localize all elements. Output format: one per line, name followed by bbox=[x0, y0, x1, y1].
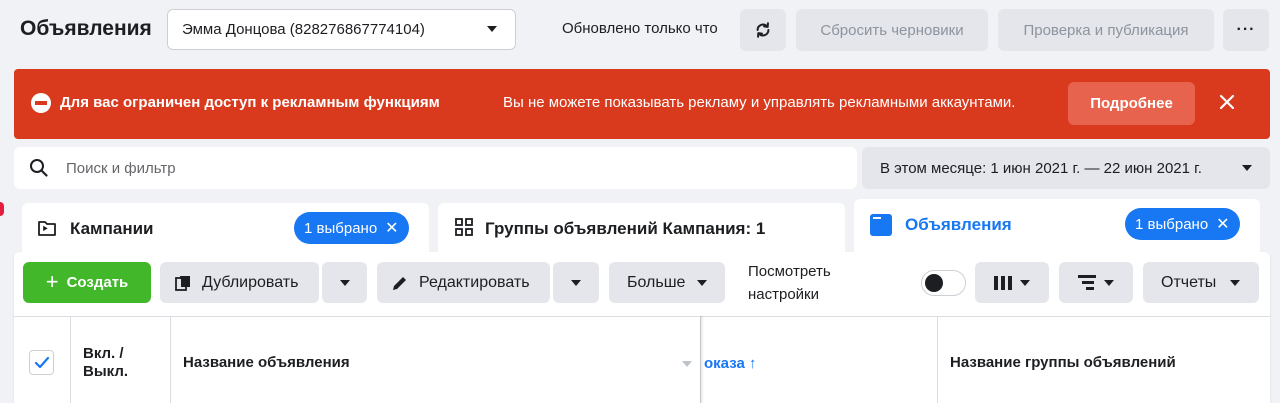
plus-icon: + bbox=[45, 268, 59, 294]
more-options-button[interactable]: ··· bbox=[1223, 9, 1269, 51]
column-ad-name[interactable]: Название объявления bbox=[183, 354, 350, 371]
more-label: Больше bbox=[627, 273, 686, 291]
account-name: Эмма Донцова (828276867774104) bbox=[182, 21, 425, 38]
page-title: Объявления bbox=[20, 17, 152, 40]
reports-button[interactable]: Отчеты bbox=[1143, 262, 1259, 303]
date-range-selector[interactable]: В этом месяце: 1 июн 2021 г. — 22 июн 20… bbox=[862, 147, 1270, 189]
top-bar: Объявления Эмма Донцова (828276867774104… bbox=[0, 0, 1280, 60]
edit-dropdown[interactable] bbox=[553, 262, 599, 303]
discard-drafts-button[interactable]: Сбросить черновики bbox=[796, 9, 988, 51]
chevron-down-icon bbox=[697, 279, 708, 286]
review-publish-button[interactable]: Проверка и публикация bbox=[998, 9, 1214, 51]
ad-icon bbox=[869, 213, 893, 242]
view-settings-label: Посмотреть настройки bbox=[748, 263, 831, 303]
column-menu-icon[interactable] bbox=[682, 361, 692, 367]
restriction-banner: Для вас ограничен доступ к рекламным фун… bbox=[14, 69, 1270, 139]
duplicate-label: Дублировать bbox=[202, 273, 299, 291]
create-button[interactable]: + Создать bbox=[23, 262, 151, 303]
close-icon[interactable]: ✕ bbox=[385, 218, 398, 238]
columns-icon bbox=[994, 275, 1012, 290]
campaigns-selected-badge[interactable]: 1 выбрано ✕ bbox=[294, 212, 409, 244]
chevron-down-icon bbox=[1242, 165, 1252, 171]
date-range-label: В этом месяце: 1 июн 2021 г. — 22 июн 20… bbox=[880, 159, 1202, 177]
breakdown-button[interactable] bbox=[1059, 262, 1133, 303]
updated-status: Обновлено только что bbox=[562, 20, 718, 37]
refresh-icon bbox=[756, 22, 770, 38]
account-selector[interactable]: Эмма Донцова (828276867774104) bbox=[167, 9, 516, 50]
close-icon[interactable]: ✕ bbox=[1216, 214, 1229, 234]
edit-button[interactable]: Редактировать bbox=[377, 262, 550, 303]
tab-ads[interactable]: Объявления 1 выбрано ✕ bbox=[854, 199, 1260, 255]
chevron-down-icon bbox=[1020, 279, 1030, 286]
chevron-down-icon bbox=[571, 279, 581, 286]
column-onoff[interactable]: Вкл. / Выкл. bbox=[83, 345, 155, 381]
banner-text: Вы не можете показывать рекламу и управл… bbox=[503, 94, 1016, 111]
badge-text: 1 выбрано bbox=[304, 219, 378, 237]
column-divider bbox=[170, 316, 171, 403]
search-icon bbox=[29, 158, 49, 183]
blocked-icon bbox=[31, 93, 51, 113]
notification-dot bbox=[0, 202, 4, 216]
ads-selected-badge[interactable]: 1 выбрано ✕ bbox=[1125, 208, 1240, 240]
select-all-checkbox[interactable] bbox=[29, 350, 54, 375]
columns-button[interactable] bbox=[975, 262, 1049, 303]
view-settings-toggle[interactable] bbox=[921, 270, 966, 296]
details-button[interactable]: Подробнее bbox=[1068, 82, 1195, 125]
reports-label: Отчеты bbox=[1161, 273, 1217, 291]
close-icon[interactable] bbox=[1216, 91, 1238, 113]
breakdown-icon bbox=[1078, 274, 1096, 291]
chevron-down-icon bbox=[1230, 279, 1241, 286]
duplicate-dropdown[interactable] bbox=[322, 262, 367, 303]
chevron-down-icon bbox=[1104, 279, 1114, 286]
duplicate-icon bbox=[174, 274, 194, 292]
column-delivery[interactable]: оказа ↑ bbox=[704, 355, 756, 372]
badge-text: 1 выбрано bbox=[1135, 215, 1209, 233]
column-adset-name[interactable]: Название группы объявлений bbox=[950, 354, 1176, 371]
search-input[interactable] bbox=[66, 147, 846, 189]
more-actions-button[interactable]: Больше bbox=[609, 262, 725, 303]
sort-up-icon: ↑ bbox=[748, 355, 757, 372]
tab-ads-label: Объявления bbox=[905, 215, 1012, 234]
edit-label: Редактировать bbox=[419, 273, 530, 291]
delivery-label: оказа bbox=[704, 355, 745, 372]
search-box bbox=[14, 147, 857, 189]
banner-title: Для вас ограничен доступ к рекламным фун… bbox=[60, 94, 440, 111]
tab-campaigns-label: Кампании bbox=[70, 219, 154, 238]
duplicate-button[interactable]: Дублировать bbox=[160, 262, 319, 303]
folder-icon bbox=[37, 219, 57, 242]
refresh-button[interactable] bbox=[740, 9, 786, 51]
grid-icon bbox=[454, 217, 474, 242]
tab-campaigns[interactable]: Кампании 1 выбрано ✕ bbox=[22, 203, 429, 253]
tab-adsets-label: Группы объявлений Кампания: 1 bbox=[485, 219, 766, 238]
create-label: Создать bbox=[66, 274, 129, 291]
chevron-down-icon bbox=[339, 279, 350, 286]
checkmark-icon bbox=[34, 356, 49, 368]
column-divider bbox=[70, 316, 71, 403]
pencil-icon bbox=[391, 274, 409, 292]
column-divider bbox=[937, 316, 938, 403]
chevron-down-icon bbox=[487, 26, 497, 32]
tab-adsets[interactable]: Группы объявлений Кампания: 1 bbox=[438, 203, 845, 253]
